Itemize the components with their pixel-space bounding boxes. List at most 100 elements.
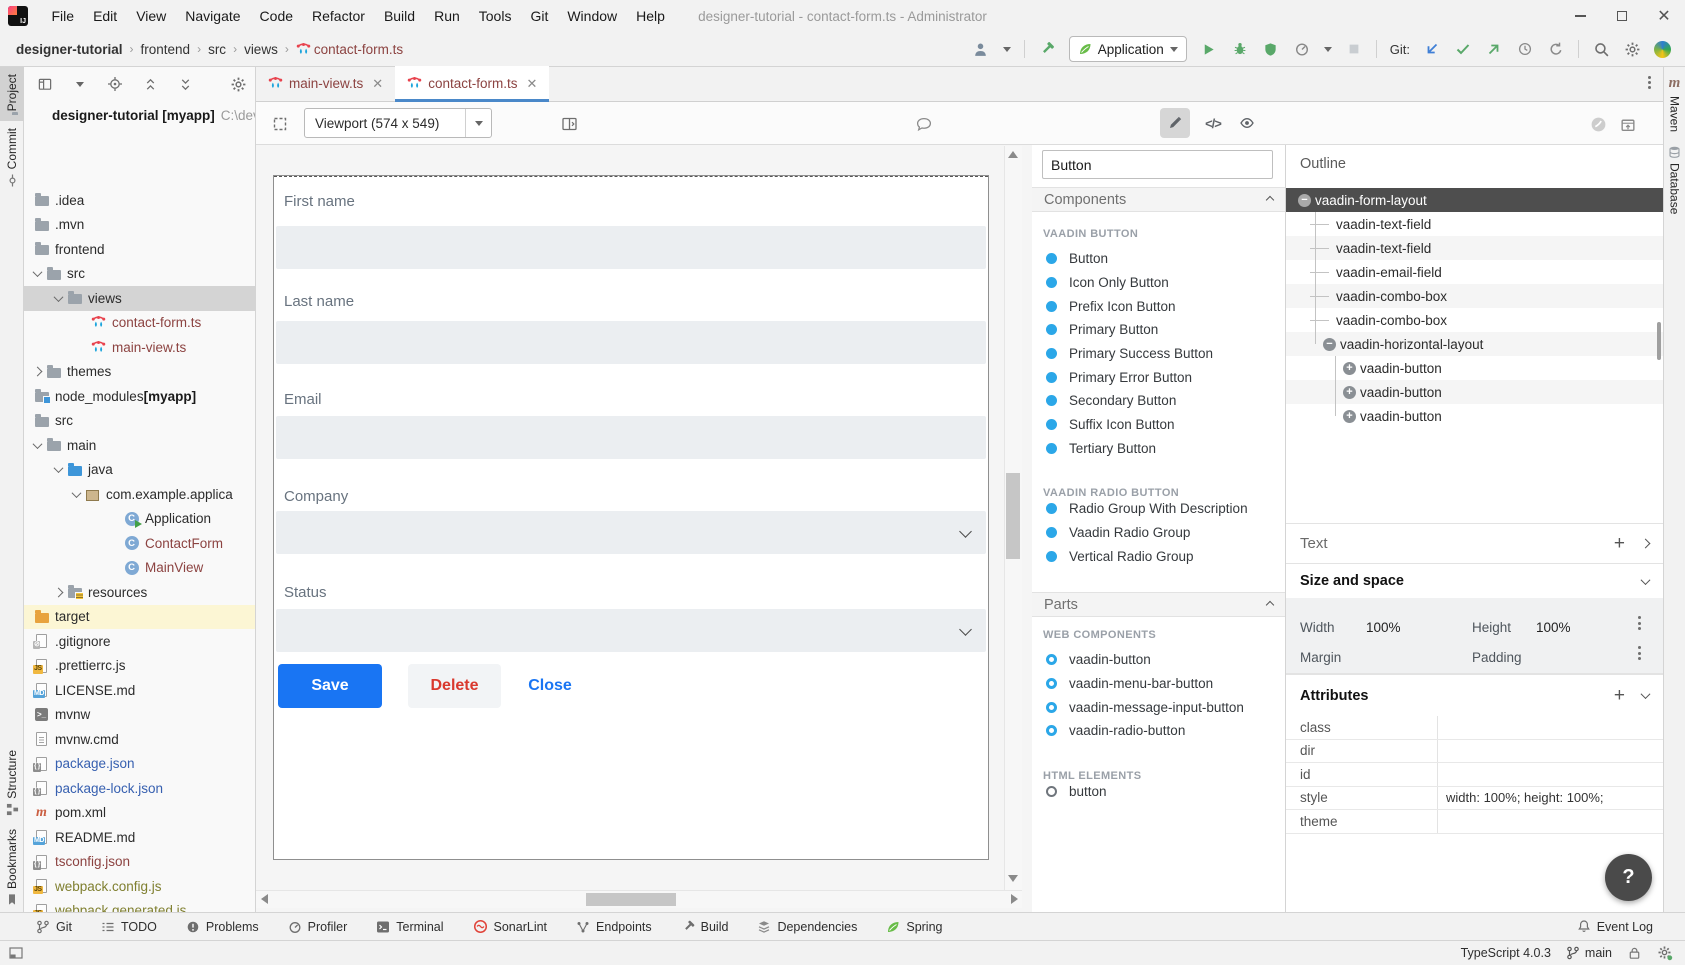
menu-navigate[interactable]: Navigate	[176, 8, 250, 24]
expand-all-icon[interactable]	[176, 75, 194, 93]
close-button[interactable]: ✕	[1643, 0, 1685, 32]
palette-item[interactable]: button	[1032, 780, 1285, 804]
combo-box-input[interactable]	[276, 609, 986, 652]
text-field-input[interactable]	[276, 321, 986, 364]
coverage-icon[interactable]	[1262, 40, 1280, 58]
project-tree-item[interactable]: JSwebpack.generated.js	[24, 899, 255, 913]
tool-window-button-problems[interactable]: Problems	[186, 920, 259, 934]
outline-row[interactable]: +vaadin-button	[1286, 356, 1663, 380]
text-field-input[interactable]	[276, 416, 986, 459]
comment-bubble-icon[interactable]	[914, 114, 934, 134]
breadcrumb-item[interactable]: frontend	[141, 42, 191, 57]
push-icon[interactable]	[1485, 40, 1503, 58]
menu-refactor[interactable]: Refactor	[303, 8, 375, 24]
menu-tools[interactable]: Tools	[469, 8, 521, 24]
tool-window-button-git[interactable]: Git	[36, 920, 72, 934]
project-tree-item[interactable]: target	[24, 605, 255, 630]
tree-chevron-down-icon[interactable]	[29, 266, 45, 282]
breadcrumb-item[interactable]: src	[208, 42, 226, 57]
tree-chevron-right-icon[interactable]	[29, 364, 45, 380]
margin-options-kebab-icon[interactable]	[1638, 646, 1641, 660]
palette-item[interactable]: Vertical Radio Group	[1032, 544, 1285, 568]
palette-item[interactable]: Suffix Icon Button	[1032, 413, 1285, 437]
menu-build[interactable]: Build	[374, 8, 424, 24]
tab-close-icon[interactable]: ✕	[526, 76, 537, 92]
palette-item[interactable]: Vaadin Radio Group	[1032, 521, 1285, 545]
tree-chevron-right-icon[interactable]	[50, 584, 66, 600]
lock-icon[interactable]	[1627, 946, 1642, 961]
components-section-header[interactable]: Components	[1032, 187, 1285, 212]
preview-mode-button[interactable]	[1232, 108, 1262, 138]
design-surface[interactable]: First nameLast nameEmailCompanyStatusSav…	[273, 175, 989, 860]
project-tree-item[interactable]: contact-form.ts	[24, 311, 255, 336]
text-field-input[interactable]	[276, 226, 986, 269]
attribute-value[interactable]	[1437, 740, 1663, 763]
tool-stripe-button-bookmarks[interactable]: Bookmarks	[0, 822, 24, 912]
attribute-value[interactable]	[1437, 716, 1663, 739]
settings-gear-icon[interactable]	[1623, 40, 1641, 58]
palette-item[interactable]: Primary Success Button	[1032, 342, 1285, 366]
combo-box-input[interactable]	[276, 511, 986, 554]
project-tree-item[interactable]: mvnw.cmd	[24, 727, 255, 752]
code-mode-button[interactable]: </>	[1198, 108, 1228, 138]
attributes-section-header[interactable]: Attributes +	[1286, 674, 1663, 716]
attribute-row-theme[interactable]: theme	[1286, 810, 1663, 834]
profiler-icon[interactable]	[1293, 40, 1311, 58]
update-project-icon[interactable]	[1423, 40, 1441, 58]
collapse-icon[interactable]	[1641, 689, 1651, 699]
menu-code[interactable]: Code	[250, 8, 302, 24]
menu-edit[interactable]: Edit	[84, 8, 127, 24]
project-tree-item[interactable]: node_modules [myapp]	[24, 384, 255, 409]
project-tree-item[interactable]: frontend	[24, 237, 255, 262]
panel-options-icon[interactable]	[36, 75, 54, 93]
dropdown-caret-icon[interactable]	[71, 75, 89, 93]
expand-node-icon[interactable]: +	[1343, 410, 1356, 423]
menu-file[interactable]: File	[42, 8, 84, 24]
project-tree-item[interactable]: src	[24, 262, 255, 287]
split-layout-icon[interactable]	[559, 114, 579, 134]
outline-row[interactable]: +vaadin-button	[1286, 380, 1663, 404]
tab-options-kebab-icon[interactable]	[1648, 76, 1651, 89]
palette-item[interactable]: Prefix Icon Button	[1032, 294, 1285, 318]
tree-chevron-down-icon[interactable]	[68, 486, 84, 502]
breadcrumb-item[interactable]: views	[244, 42, 278, 57]
tool-window-button-terminal[interactable]: Terminal	[376, 920, 443, 934]
project-tree-item[interactable]: themes	[24, 360, 255, 385]
project-tree-item[interactable]: java	[24, 458, 255, 483]
collapse-node-icon[interactable]: −	[1298, 194, 1311, 207]
help-button[interactable]: ?	[1605, 854, 1652, 901]
viewport-select[interactable]: Viewport (574 x 549)	[304, 108, 492, 138]
commit-check-icon[interactable]	[1454, 40, 1472, 58]
delete-button[interactable]: Delete	[408, 664, 501, 708]
maximize-button[interactable]	[1601, 0, 1643, 32]
search-icon[interactable]	[1592, 40, 1610, 58]
git-branch-widget[interactable]: main	[1566, 946, 1612, 960]
attribute-row-id[interactable]: id	[1286, 763, 1663, 787]
width-value[interactable]: 100%	[1366, 620, 1401, 635]
project-tree-item[interactable]: MDREADME.md	[24, 825, 255, 850]
project-tree-item[interactable]: MDLICENSE.md	[24, 678, 255, 703]
tool-stripe-button-database[interactable]: Database	[1663, 138, 1685, 220]
combo-chevron-down-icon[interactable]	[959, 623, 972, 636]
viewport-frame-icon[interactable]	[270, 114, 290, 134]
combo-chevron-down-icon[interactable]	[959, 525, 972, 538]
palette-item[interactable]: Radio Group With Description	[1032, 497, 1285, 521]
scroll-left-icon[interactable]	[261, 894, 268, 904]
user-icon[interactable]	[972, 40, 990, 58]
tool-window-button-todo[interactable]: TODO	[101, 920, 157, 934]
tool-stripe-button-maven[interactable]: mMaven	[1663, 67, 1685, 138]
tool-window-button-build[interactable]: Build	[681, 920, 729, 934]
add-text-icon[interactable]: +	[1614, 537, 1625, 551]
menu-run[interactable]: Run	[425, 8, 470, 24]
tree-chevron-down-icon[interactable]	[29, 437, 45, 453]
menu-view[interactable]: View	[127, 8, 176, 24]
collapse-all-icon[interactable]	[141, 75, 159, 93]
canvas-horizontal-scroll-thumb[interactable]	[586, 893, 676, 906]
project-tree-item[interactable]: JS.prettierrc.js	[24, 654, 255, 679]
width-options-kebab-icon[interactable]	[1638, 616, 1641, 630]
project-tree-item[interactable]: { }package.json	[24, 752, 255, 777]
project-tree-item[interactable]: src	[24, 409, 255, 434]
wrench-icon[interactable]	[1038, 40, 1056, 58]
save-button[interactable]: Save	[278, 664, 382, 708]
outline-row[interactable]: vaadin-text-field	[1286, 212, 1663, 236]
